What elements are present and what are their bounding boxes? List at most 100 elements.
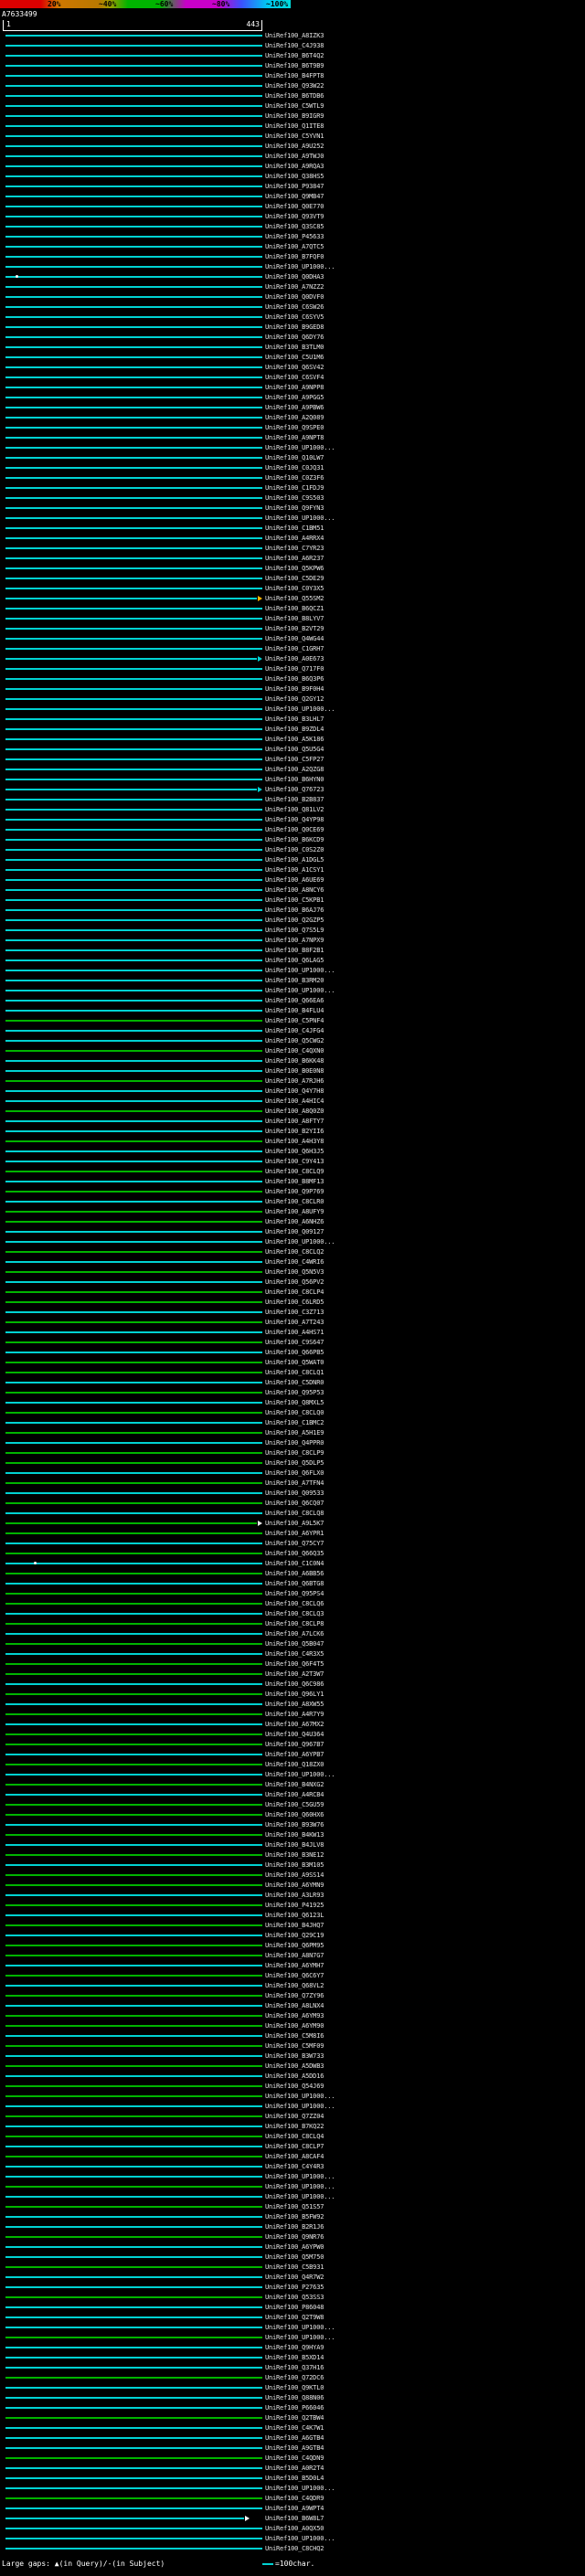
hit-line[interactable] [5, 578, 262, 579]
hit-line[interactable] [5, 2156, 262, 2157]
hit-label[interactable]: UniRef100_C5PNF4 [265, 1017, 324, 1025]
hit-label[interactable]: UniRef100_P45633 [265, 233, 324, 241]
hit-line[interactable] [5, 467, 262, 469]
hit-line[interactable] [5, 1804, 262, 1806]
hit-label[interactable]: UniRef100_Q66PB5 [265, 1349, 324, 1357]
hit-line[interactable] [5, 638, 262, 640]
hit-line[interactable] [5, 95, 262, 97]
hit-label[interactable]: UniRef100_C8CLQ9 [265, 1168, 324, 1176]
hit-line[interactable] [5, 939, 262, 941]
hit-line[interactable] [5, 1955, 262, 1956]
hit-label[interactable]: UniRef100_A9PBW6 [265, 404, 324, 412]
hit-line[interactable] [5, 1110, 262, 1112]
hit-line[interactable] [5, 1914, 262, 1916]
hit-label[interactable]: UniRef100_A7LCK6 [265, 1630, 324, 1638]
hit-line[interactable] [5, 376, 262, 378]
hit-label[interactable]: UniRef100_UP1000... [265, 2183, 335, 2191]
hit-label[interactable]: UniRef100_C8CLP8 [265, 1620, 324, 1628]
hit-label[interactable]: UniRef100_Q6FLX0 [265, 1469, 324, 1478]
hit-line[interactable] [5, 1140, 262, 1142]
hit-label[interactable]: UniRef100_A5H1E9 [265, 1429, 324, 1437]
hit-label[interactable]: UniRef100_UP1000... [265, 444, 335, 452]
hit-line[interactable] [5, 869, 262, 871]
hit-label[interactable]: UniRef100_A9PGG5 [265, 394, 324, 402]
hit-line[interactable] [5, 1341, 262, 1343]
hit-label[interactable]: UniRef100_Q9NR76 [265, 2233, 324, 2242]
hit-line[interactable] [5, 55, 262, 57]
hit-label[interactable]: UniRef100_A6YMN9 [265, 1882, 324, 1890]
hit-line[interactable] [5, 2407, 262, 2409]
hit-line[interactable] [5, 2055, 262, 2057]
hit-line[interactable] [5, 397, 262, 398]
hit-line[interactable] [5, 718, 262, 720]
hit-label[interactable]: UniRef100_A2Q089 [265, 414, 324, 422]
hit-line[interactable] [5, 1553, 262, 1554]
hit-line[interactable] [5, 1904, 262, 1906]
hit-label[interactable]: UniRef100_Q6F4T5 [265, 1660, 324, 1669]
hit-line[interactable] [5, 2166, 262, 2168]
hit-line[interactable] [5, 628, 262, 630]
hit-label[interactable]: UniRef100_B6KCD9 [265, 836, 324, 844]
hit-line[interactable] [5, 1924, 262, 1926]
hit-line[interactable] [5, 1392, 262, 1394]
hit-line[interactable] [5, 859, 262, 861]
hit-label[interactable]: UniRef100_Q18ZX0 [265, 1761, 324, 1769]
hit-label[interactable]: UniRef100_Q55SM2 [265, 595, 324, 603]
hit-label[interactable]: UniRef100_C1BMC2 [265, 1419, 324, 1427]
hit-line[interactable] [5, 125, 262, 127]
hit-label[interactable]: UniRef100_B3TLM0 [265, 344, 324, 352]
hit-line[interactable] [5, 2487, 262, 2489]
hit-label[interactable]: UniRef100_A6YMH7 [265, 1962, 324, 1970]
hit-label[interactable]: UniRef100_A9NPP8 [265, 384, 324, 392]
hit-label[interactable]: UniRef100_Q5DLP5 [265, 1459, 324, 1468]
hit-label[interactable]: UniRef100_B5D0L4 [265, 2475, 324, 2483]
hit-line[interactable] [5, 547, 262, 549]
hit-label[interactable]: UniRef100_UP1000... [265, 2193, 335, 2201]
hit-line[interactable] [5, 2518, 245, 2519]
hit-label[interactable]: UniRef100_Q2TBW4 [265, 2414, 324, 2422]
hit-line[interactable] [5, 1703, 262, 1705]
hit-line[interactable] [5, 2327, 262, 2328]
hit-line[interactable] [5, 758, 262, 760]
hit-line[interactable] [5, 206, 262, 207]
hit-label[interactable]: UniRef100_C5M8I6 [265, 2032, 324, 2041]
hit-label[interactable]: UniRef100_A7TFN4 [265, 1479, 324, 1488]
hit-label[interactable]: UniRef100_UP1000... [265, 987, 335, 995]
hit-label[interactable]: UniRef100_B6KK48 [265, 1057, 324, 1065]
hit-label[interactable]: UniRef100_Q76723 [265, 786, 324, 794]
hit-line[interactable] [5, 809, 262, 811]
hit-line[interactable] [5, 1522, 258, 1524]
hit-label[interactable]: UniRef100_C5GU59 [265, 1801, 324, 1809]
hit-label[interactable]: UniRef100_A9WPT4 [265, 2505, 324, 2513]
hit-label[interactable]: UniRef100_A9RQA3 [265, 163, 324, 171]
hit-label[interactable]: UniRef100_B2YII6 [265, 1128, 324, 1136]
hit-line[interactable] [5, 949, 262, 951]
hit-label[interactable]: UniRef100_Q88N06 [265, 2394, 324, 2402]
hit-line[interactable] [5, 2115, 262, 2117]
hit-line[interactable] [5, 2548, 262, 2549]
hit-label[interactable]: UniRef100_Q5N5V3 [265, 1268, 324, 1277]
hit-line[interactable] [5, 336, 262, 338]
hit-label[interactable]: UniRef100_Q4WG44 [265, 635, 324, 643]
hit-label[interactable]: UniRef100_B9ZDL4 [265, 726, 324, 734]
hit-line[interactable] [5, 618, 262, 620]
hit-label[interactable]: UniRef100_B4JLV8 [265, 1841, 324, 1850]
hit-label[interactable]: UniRef100_Q717F0 [265, 665, 324, 673]
hit-line[interactable] [5, 839, 262, 841]
hit-label[interactable]: UniRef100_Q53SS3 [265, 2294, 324, 2302]
hit-line[interactable] [5, 1573, 262, 1574]
hit-label[interactable]: UniRef100_Q93W22 [265, 82, 324, 90]
hit-line[interactable] [5, 2427, 262, 2429]
hit-label[interactable]: UniRef100_B6QCZ1 [265, 605, 324, 613]
hit-line[interactable] [5, 1774, 262, 1776]
hit-line[interactable] [5, 1090, 262, 1092]
hit-line[interactable] [5, 2266, 262, 2268]
hit-label[interactable]: UniRef100_C1C0N4 [265, 1560, 324, 1568]
hit-line[interactable] [5, 1402, 262, 1404]
hit-line[interactable] [5, 678, 262, 680]
hit-line[interactable] [5, 1020, 262, 1022]
hit-label[interactable]: UniRef100_C5MF09 [265, 2042, 324, 2051]
hit-label[interactable]: UniRef100_Q2GZP5 [265, 917, 324, 925]
hit-line[interactable] [5, 2357, 262, 2359]
hit-label[interactable]: UniRef100_C1GRH7 [265, 645, 324, 653]
